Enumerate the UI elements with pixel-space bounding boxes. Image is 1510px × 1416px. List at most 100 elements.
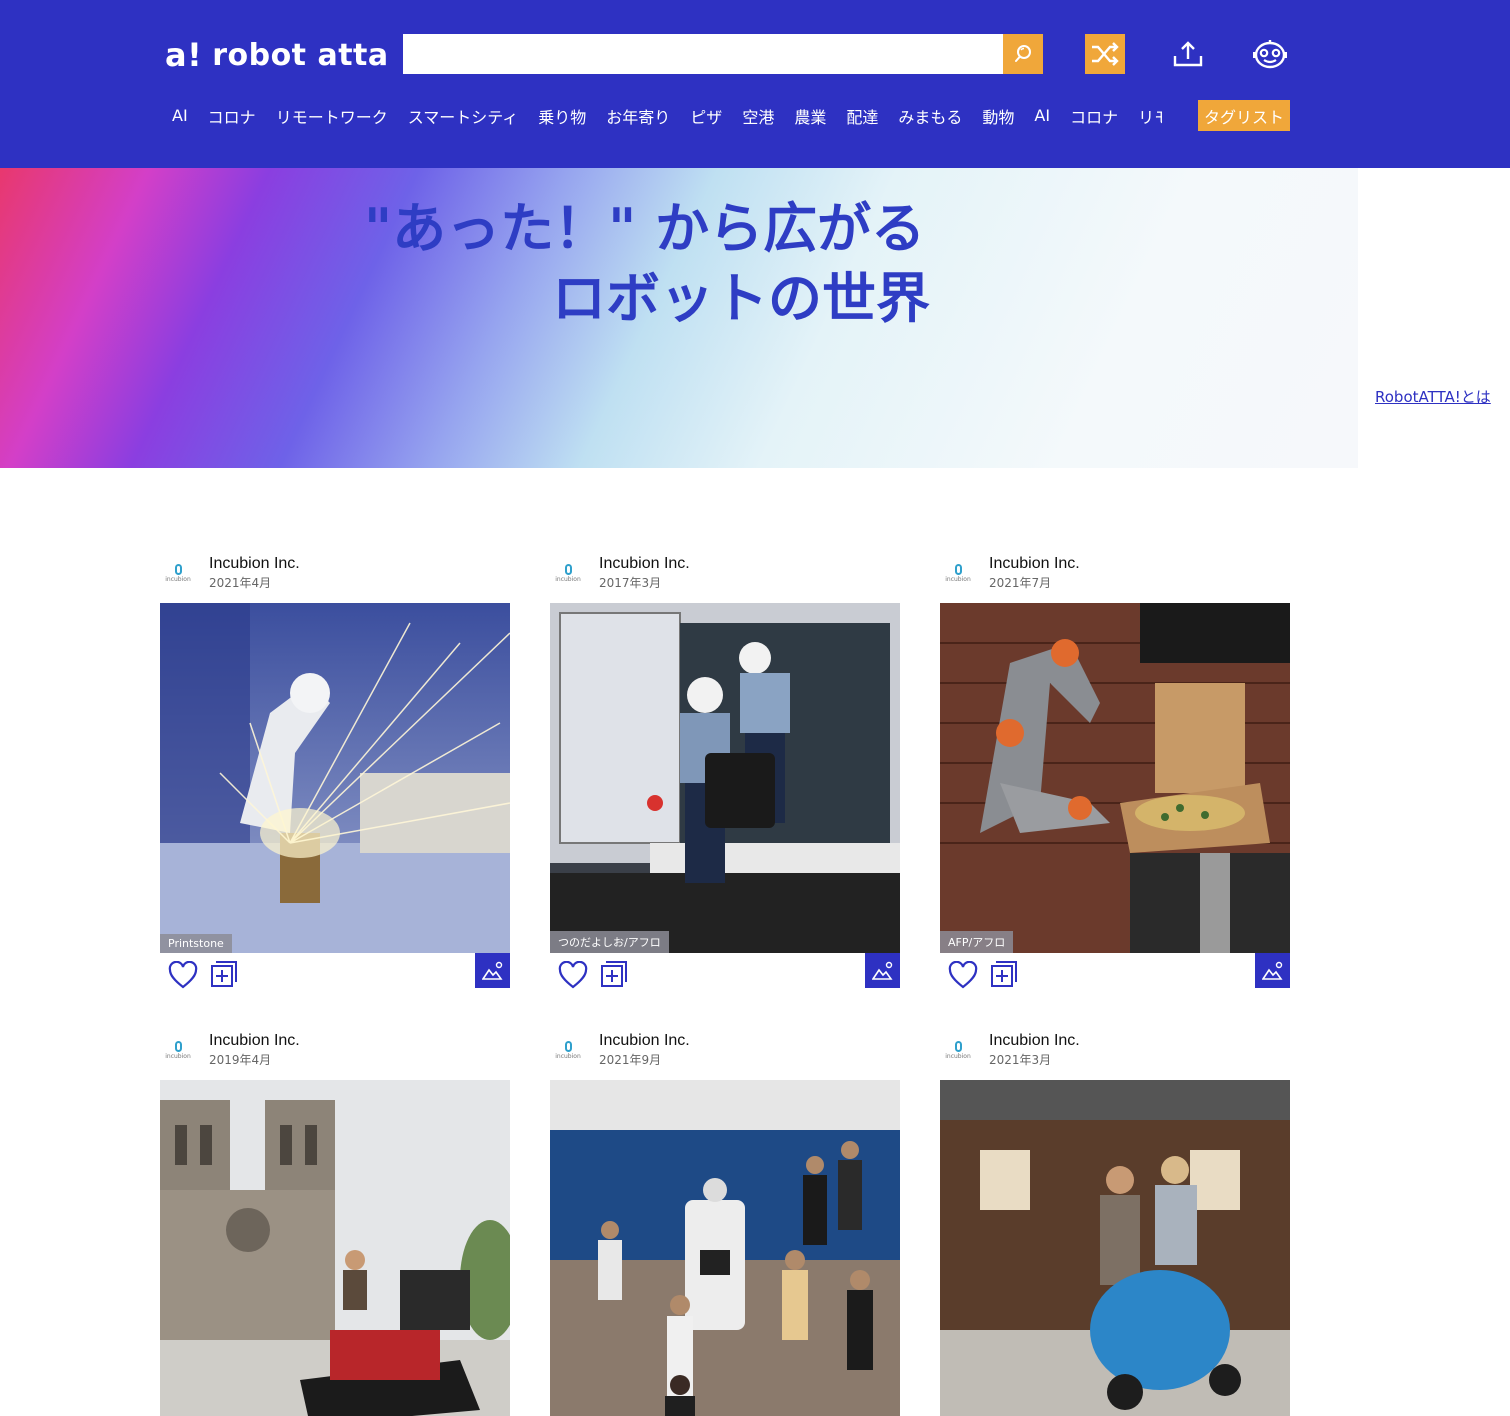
tag-item[interactable]: 動物 [982, 104, 1014, 128]
post-date: 2021年7月 [989, 576, 1052, 590]
hero-title: "あった！" から広がる ロボットの世界 [364, 194, 964, 334]
shuffle-icon [1092, 42, 1119, 66]
taglist-button[interactable]: タグリスト [1198, 100, 1290, 131]
post-date: 2017年3月 [599, 576, 662, 590]
photo[interactable]: Printstone [160, 603, 510, 953]
search-button[interactable] [1003, 34, 1043, 74]
tag-item[interactable]: リモ [1138, 104, 1162, 128]
logo-text: robot atta [212, 37, 389, 73]
tag-item[interactable]: AI [172, 106, 188, 125]
card-header: incubion Incubion Inc. 2019年4月 [160, 1028, 510, 1076]
search-icon [1015, 45, 1031, 62]
airport-workers-image [550, 603, 900, 953]
avatar[interactable]: incubion [554, 1036, 582, 1064]
heart-icon[interactable] [558, 961, 588, 989]
image-search-icon [1261, 961, 1283, 980]
author-name[interactable]: Incubion Inc. [989, 1032, 1080, 1050]
post-date: 2021年9月 [599, 1053, 662, 1067]
avatar[interactable]: incubion [164, 559, 192, 587]
photo[interactable]: つのだよしお/アフロ [550, 603, 900, 953]
tag-item[interactable]: お年寄り [606, 104, 670, 128]
photo[interactable] [160, 1080, 510, 1416]
photo-card: incubion Incubion Inc. 2021年7月 AFP/アフロ [940, 551, 1290, 989]
tag-item[interactable]: みまもる [898, 104, 962, 128]
incubion-logo-icon [564, 1040, 572, 1052]
mobility-vehicle-image [940, 1080, 1290, 1416]
avatar-brand: incubion [555, 1052, 581, 1060]
avatar-brand: incubion [945, 575, 971, 583]
upload-icon [1173, 41, 1203, 67]
similar-images-button[interactable] [865, 953, 900, 988]
tag-item[interactable]: AI [1034, 106, 1050, 125]
add-to-list-icon[interactable] [601, 961, 627, 987]
avatar-brand: incubion [555, 575, 581, 583]
avatar-brand: incubion [165, 575, 191, 583]
hero-title-line-1: "あった！" から広がる [364, 197, 926, 260]
post-date: 2021年3月 [989, 1053, 1052, 1067]
tag-item[interactable]: スマートシティ [408, 104, 519, 128]
author-name[interactable]: Incubion Inc. [209, 555, 300, 573]
photo-card: incubion Incubion Inc. 2017年3月 つのだよしお/アフ… [550, 551, 900, 989]
photo-credit: Printstone [160, 934, 232, 953]
notre-dame-robot-image [160, 1080, 510, 1416]
tag-item[interactable]: ピザ [690, 104, 722, 128]
avatar[interactable]: incubion [944, 559, 972, 587]
photo-credit: つのだよしお/アフロ [550, 931, 669, 953]
author-name[interactable]: Incubion Inc. [599, 1032, 690, 1050]
card-header: incubion Incubion Inc. 2021年3月 [940, 1028, 1290, 1076]
photo[interactable] [550, 1080, 900, 1416]
about-link[interactable]: RobotATTA!とは [1375, 386, 1491, 407]
hero-banner: "あった！" から広がる ロボットの世界 [0, 168, 1358, 468]
photo-card: incubion Incubion Inc. 2021年3月 [940, 1028, 1290, 1416]
incubion-logo-icon [174, 563, 182, 575]
image-search-icon [871, 961, 893, 980]
upload-button[interactable] [1168, 34, 1208, 74]
account-button[interactable] [1250, 34, 1290, 74]
pizza-robot-image [940, 603, 1290, 953]
photo-card: incubion Incubion Inc. 2021年4月 Printston… [160, 551, 510, 989]
image-search-icon [481, 961, 503, 980]
tag-item[interactable]: 乗り物 [538, 104, 586, 128]
robot-face-icon [1253, 40, 1287, 69]
tag-nav: AI コロナ リモートワーク スマートシティ 乗り物 お年寄り ピザ 空港 農業… [162, 100, 1162, 131]
tag-item[interactable]: 空港 [742, 104, 774, 128]
similar-images-button[interactable] [475, 953, 510, 988]
photo[interactable]: AFP/アフロ [940, 603, 1290, 953]
avatar[interactable]: incubion [554, 559, 582, 587]
tag-item[interactable]: コロナ [208, 104, 256, 128]
tag-item[interactable]: 農業 [794, 104, 826, 128]
photo[interactable] [940, 1080, 1290, 1416]
post-date: 2019年4月 [209, 1053, 272, 1067]
photo-card: incubion Incubion Inc. 2019年4月 [160, 1028, 510, 1416]
card-header: incubion Incubion Inc. 2021年4月 [160, 551, 510, 599]
tag-item[interactable]: リモートワーク [276, 104, 388, 128]
avatar[interactable]: incubion [164, 1036, 192, 1064]
author-name[interactable]: Incubion Inc. [599, 555, 690, 573]
tag-item[interactable]: コロナ [1070, 104, 1118, 128]
card-actions [160, 953, 510, 989]
photo-credit: AFP/アフロ [940, 931, 1014, 953]
site-logo[interactable]: a! robot atta [165, 36, 389, 74]
card-actions [940, 953, 1290, 989]
post-date: 2021年4月 [209, 576, 272, 590]
card-header: incubion Incubion Inc. 2021年9月 [550, 1028, 900, 1076]
heart-icon[interactable] [948, 961, 978, 989]
avatar[interactable]: incubion [944, 1036, 972, 1064]
robot-arm-sparks-image [160, 603, 510, 953]
similar-images-button[interactable] [1255, 953, 1290, 988]
logo-mark: a! [165, 36, 203, 74]
add-to-list-icon[interactable] [991, 961, 1017, 987]
card-actions [550, 953, 900, 989]
heart-icon[interactable] [168, 961, 198, 989]
author-name[interactable]: Incubion Inc. [209, 1032, 300, 1050]
avatar-brand: incubion [945, 1052, 971, 1060]
shuffle-button[interactable] [1085, 34, 1125, 74]
search-bar [403, 34, 1043, 74]
site-header: a! robot atta AI コロナ リモートワーク スマートシティ 乗り物… [0, 0, 1510, 168]
add-to-list-icon[interactable] [211, 961, 237, 987]
author-name[interactable]: Incubion Inc. [989, 555, 1080, 573]
incubion-logo-icon [174, 1040, 182, 1052]
search-input[interactable] [403, 34, 1003, 74]
tag-item[interactable]: 配達 [846, 104, 878, 128]
avatar-brand: incubion [165, 1052, 191, 1060]
